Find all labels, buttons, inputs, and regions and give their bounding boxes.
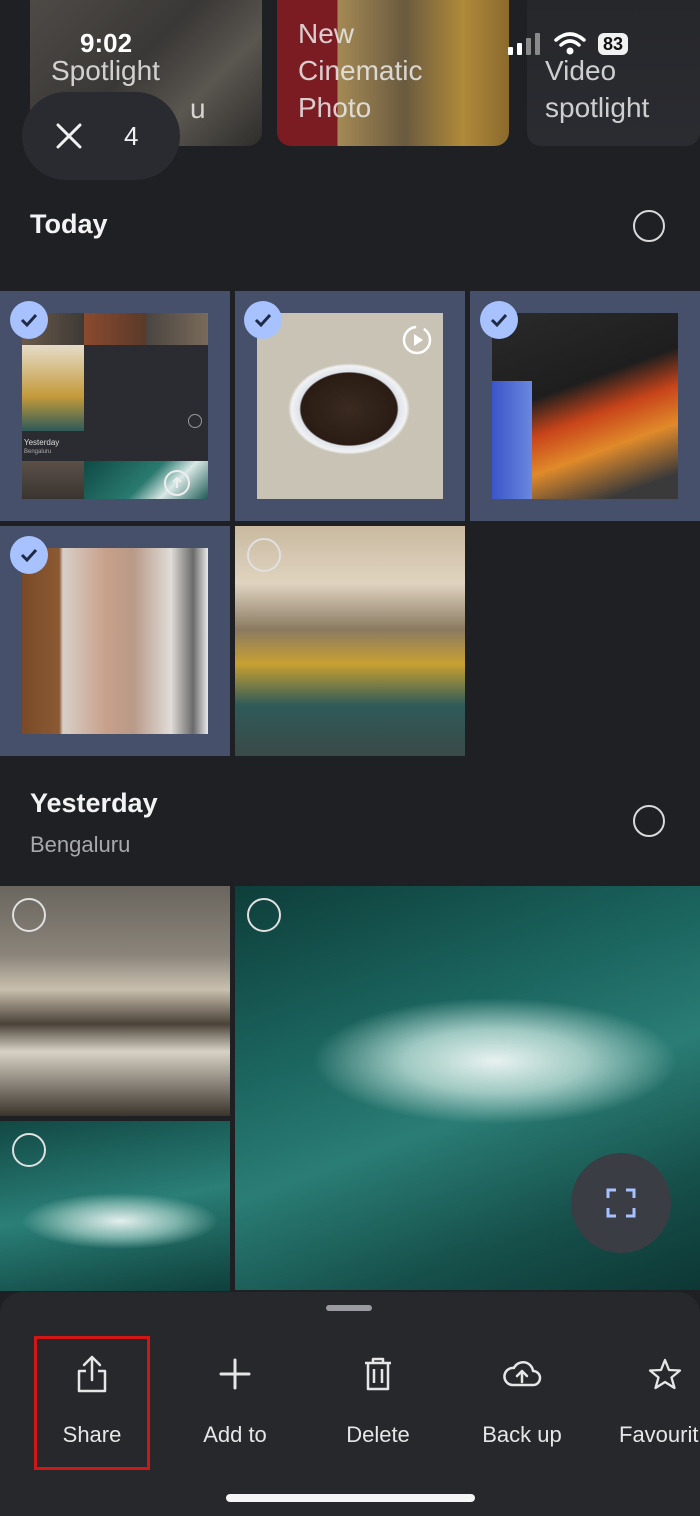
section-subtitle-location: Bengaluru	[30, 832, 131, 857]
collage-caption: Yesterday	[24, 438, 60, 447]
photo-thumbnail	[22, 548, 208, 734]
memory-title-line: spotlight	[545, 92, 650, 123]
delete-label: Delete	[346, 1422, 410, 1447]
photo-tile-hotel-room[interactable]	[0, 886, 230, 1116]
photo-tile-banquet-hall[interactable]	[235, 526, 465, 756]
motion-photo-icon	[402, 325, 432, 355]
signal-icon	[508, 33, 540, 55]
section-title-today: Today	[30, 209, 108, 239]
unselected-circle[interactable]	[12, 898, 46, 932]
trash-icon	[365, 1357, 391, 1391]
back-up-label: Back up	[482, 1422, 562, 1447]
status-time: 9:02	[80, 28, 133, 58]
memory-title-line: Photo	[298, 92, 372, 123]
memory-title-line: Video	[545, 55, 617, 86]
memory-card-cinematic[interactable]: New Cinematic Photo	[277, 0, 509, 146]
collage-subcaption: Bengaluru	[24, 449, 52, 455]
select-all-yesterday-circle[interactable]	[633, 805, 665, 837]
back-up-button[interactable]: Back up	[457, 1338, 587, 1448]
collage-thumbnail: Yesterday Bengaluru	[22, 313, 208, 499]
memory-title-fragment: u	[190, 93, 206, 124]
memory-title-line: New	[298, 18, 355, 49]
plus-icon	[219, 1358, 251, 1390]
favourite-label: Favourit	[619, 1422, 699, 1447]
add-to-button[interactable]: Add to	[170, 1338, 300, 1448]
memory-card-video-spotlight[interactable]: Video spotlight	[527, 0, 700, 146]
selected-count: 4	[124, 120, 139, 151]
delete-button[interactable]: Delete	[313, 1338, 443, 1448]
fullscreen-button[interactable]	[571, 1153, 671, 1253]
section-title-yesterday: Yesterday	[30, 788, 158, 818]
battery-indicator: 83	[598, 33, 629, 55]
status-icons: 83	[508, 32, 629, 56]
selected-check-icon[interactable]	[10, 536, 48, 574]
selection-pill: 4	[22, 92, 180, 180]
selected-check-icon[interactable]	[480, 301, 518, 339]
select-all-today-circle[interactable]	[633, 210, 665, 242]
photo-tile-ocean-wave-small[interactable]	[0, 1121, 230, 1291]
unselected-circle[interactable]	[12, 1133, 46, 1167]
unselected-circle[interactable]	[247, 538, 281, 572]
home-indicator[interactable]	[226, 1494, 475, 1502]
share-highlight-box	[34, 1336, 150, 1470]
sheet-drag-handle[interactable]	[326, 1305, 372, 1311]
upload-pending-icon	[164, 470, 190, 496]
unselected-circle[interactable]	[247, 898, 281, 932]
wifi-icon	[554, 32, 586, 55]
star-icon	[648, 1358, 682, 1390]
selected-check-icon[interactable]	[10, 301, 48, 339]
selected-check-icon[interactable]	[244, 301, 282, 339]
add-to-label: Add to	[203, 1422, 267, 1447]
cloud-upload-icon	[503, 1361, 542, 1387]
close-icon[interactable]	[54, 121, 84, 151]
favourite-button[interactable]: Favourit	[600, 1338, 700, 1448]
memory-title-line: Cinematic	[298, 55, 423, 86]
expand-icon	[606, 1188, 636, 1218]
